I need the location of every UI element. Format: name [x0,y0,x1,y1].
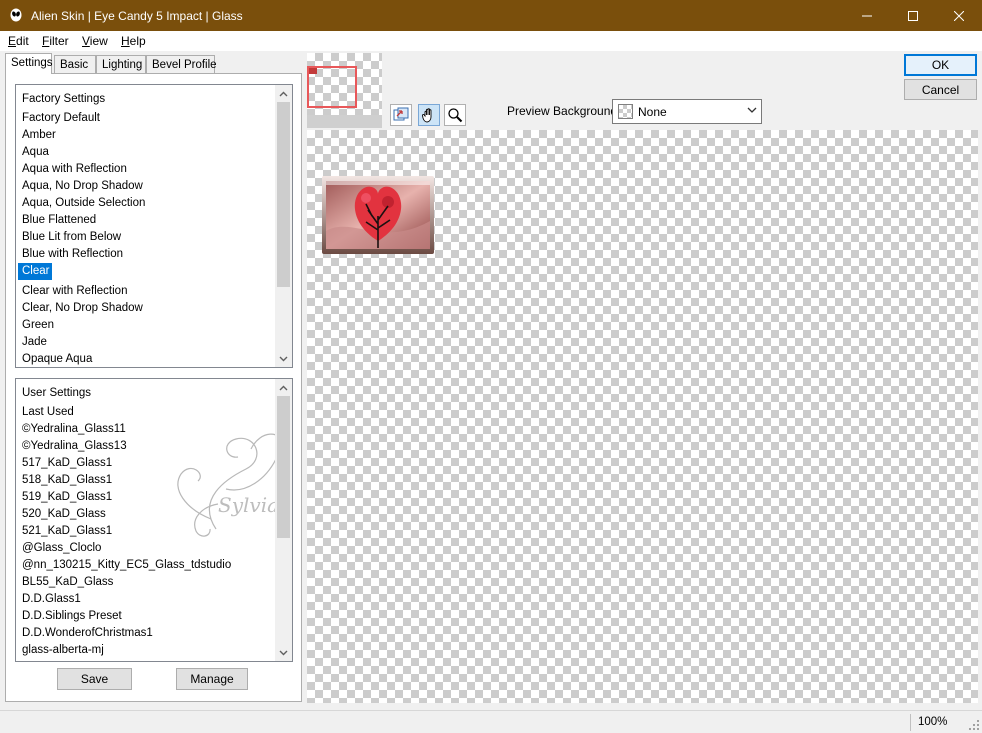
scroll-down-icon[interactable] [275,350,292,367]
tab-lighting[interactable]: Lighting [96,55,146,74]
user-settings-header: User Settings [22,387,92,399]
title-bar: Alien Skin | Eye Candy 5 Impact | Glass [0,0,982,31]
hand-tool-button[interactable] [418,104,440,126]
factory-settings-list[interactable]: Factory Settings Factory Default Amber Aqu… [15,84,293,368]
factory-setting-item[interactable]: Aqua with Reflection [18,161,274,178]
sylviane-watermark: Sylviane [177,433,292,537]
user-setting-item[interactable]: @nn_130215_Kitty_EC5_Glass_tdstudio [18,557,274,574]
menu-bar: Edit Filter View Help [0,31,982,51]
zoom-tool-button[interactable] [444,104,466,126]
cancel-button[interactable]: Cancel [904,79,977,100]
scroll-up-icon[interactable] [275,379,292,396]
navigator-viewport[interactable] [307,66,357,108]
factory-setting-item[interactable]: Green [18,317,274,334]
factory-scrollbar[interactable] [275,85,292,367]
menu-filter[interactable]: Filter [42,34,69,48]
factory-setting-item[interactable]: Blue Flattened [18,212,274,229]
transparent-swatch-icon [618,104,633,119]
factory-setting-item[interactable]: Aqua [18,144,274,161]
maximize-icon [908,10,918,21]
navigator-thumbnail[interactable] [307,53,382,128]
hand-tool-icon [422,108,432,123]
menu-view[interactable]: View [82,34,108,48]
preview-background-value: None [638,105,667,119]
settings-panel: Factory Settings Factory Default Amber Aqu… [5,73,302,702]
factory-setting-item[interactable]: Jade [18,334,274,351]
factory-setting-item[interactable]: Aqua, No Drop Shadow [18,178,274,195]
chevron-down-icon [747,107,757,113]
navigate-preview-icon [393,107,409,121]
factory-setting-item[interactable]: Clear with Reflection [18,283,274,300]
window-title: Alien Skin | Eye Candy 5 Impact | Glass [31,9,243,23]
user-setting-item[interactable]: glass-alberta-mj [18,642,274,659]
user-setting-item[interactable]: BL55_KaD_Glass [18,574,274,591]
preview-background-label: Preview Background: [507,104,621,118]
ok-button[interactable]: OK [904,54,977,76]
scroll-thumb[interactable] [277,396,290,538]
menu-edit[interactable]: Edit [8,34,29,48]
scroll-down-icon[interactable] [275,644,292,661]
user-settings-list[interactable]: User Settings Last Used ©Yedralina_Glass1… [15,378,293,662]
scroll-thumb[interactable] [277,102,290,287]
status-bar: 100% [0,710,982,733]
manage-button[interactable]: Manage [176,668,248,690]
close-button[interactable] [936,0,982,31]
zoom-tool-icon [448,108,463,123]
resize-grip-icon[interactable] [968,719,980,731]
zoom-level: 100% [918,716,948,728]
factory-setting-item[interactable]: Clear [18,263,53,280]
tab-basic[interactable]: Basic [54,55,96,74]
user-setting-item[interactable]: D.D.Siblings Preset [18,608,274,625]
alien-skin-icon [10,8,22,22]
factory-settings-header: Factory Settings [22,93,106,105]
close-icon [954,10,964,21]
preview-image [322,176,434,254]
tab-bevel-profile[interactable]: Bevel Profile [146,55,217,74]
tab-settings[interactable]: Settings [5,53,53,74]
menu-help[interactable]: Help [121,34,146,48]
minimize-icon [862,15,872,16]
navigate-preview-button[interactable] [390,104,412,126]
factory-setting-item[interactable]: Clear, No Drop Shadow [18,300,274,317]
factory-setting-item[interactable]: Blue Lit from Below [18,229,274,246]
factory-setting-item[interactable]: Blue with Reflection [18,246,274,263]
maximize-button[interactable] [890,0,936,31]
factory-setting-item[interactable]: Aqua, Outside Selection [18,195,274,212]
user-setting-item[interactable]: D.D.Glass1 [18,591,274,608]
factory-setting-item[interactable]: Amber [18,127,274,144]
minimize-button[interactable] [844,0,890,31]
factory-setting-item[interactable]: Factory Default [18,110,274,127]
save-button[interactable]: Save [57,668,132,690]
factory-setting-item[interactable]: Opaque Aqua [18,351,274,367]
user-setting-item[interactable]: D.D.WonderofChristmas1 [18,625,274,642]
scroll-up-icon[interactable] [275,85,292,102]
user-scrollbar[interactable] [275,379,292,661]
preview-background-select[interactable]: None [612,99,762,124]
